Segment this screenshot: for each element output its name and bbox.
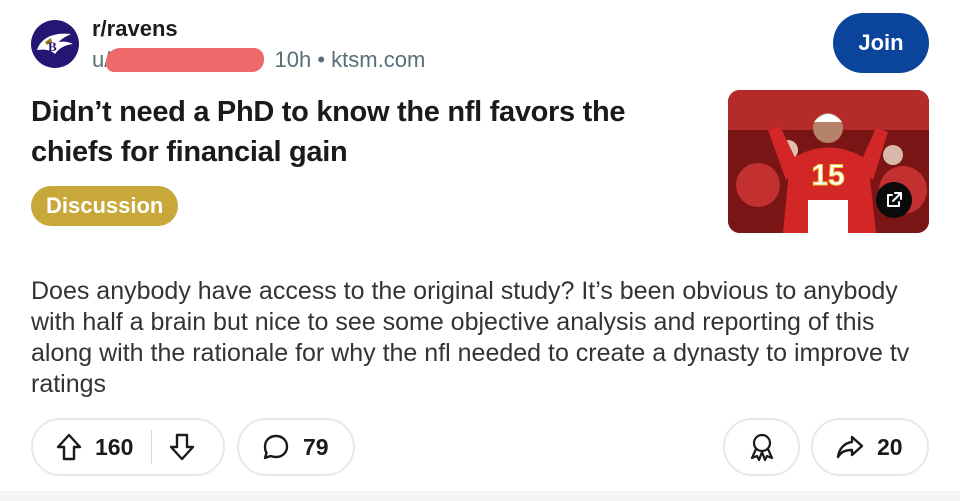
- subreddit-avatar[interactable]: B: [31, 20, 79, 68]
- meta-separator: •: [317, 47, 326, 72]
- vote-bar: 160: [31, 418, 225, 476]
- post-meta: u/ 10h • ktsm.com: [92, 47, 425, 73]
- share-button[interactable]: 20: [811, 418, 929, 476]
- ravens-logo-icon: B: [37, 33, 73, 54]
- arrow-down-icon: [170, 433, 195, 461]
- comments-button[interactable]: 79: [237, 418, 355, 476]
- downvote-button[interactable]: [168, 432, 196, 462]
- post-thumbnail[interactable]: 15: [728, 90, 929, 233]
- upvote-count: 160: [95, 433, 134, 460]
- post-time: 10h: [274, 47, 312, 72]
- join-button[interactable]: Join: [833, 13, 929, 73]
- external-link-icon: [887, 192, 902, 207]
- arrow-up-icon: [56, 433, 82, 461]
- post-title[interactable]: Didn’t need a PhD to know the nfl favors…: [31, 92, 671, 172]
- share-count: 20: [877, 433, 903, 460]
- vote-divider: [151, 430, 153, 464]
- share-arrow-icon: [836, 435, 864, 459]
- comment-count: 79: [303, 433, 329, 460]
- external-link-button[interactable]: [876, 182, 912, 218]
- svg-text:B: B: [48, 39, 57, 54]
- post-domain[interactable]: ktsm.com: [331, 47, 425, 72]
- post-body: Does anybody have access to the original…: [31, 277, 910, 398]
- jersey-number: 15: [811, 159, 844, 192]
- award-icon: [750, 433, 773, 462]
- redacted-username: [106, 48, 265, 72]
- upvote-button[interactable]: [55, 432, 83, 462]
- feed-separator: [0, 491, 960, 501]
- award-button[interactable]: [723, 418, 800, 476]
- subreddit-name[interactable]: r/ravens: [92, 16, 178, 42]
- comment-bubble-icon: [263, 434, 289, 460]
- flair-badge[interactable]: Discussion: [31, 186, 179, 226]
